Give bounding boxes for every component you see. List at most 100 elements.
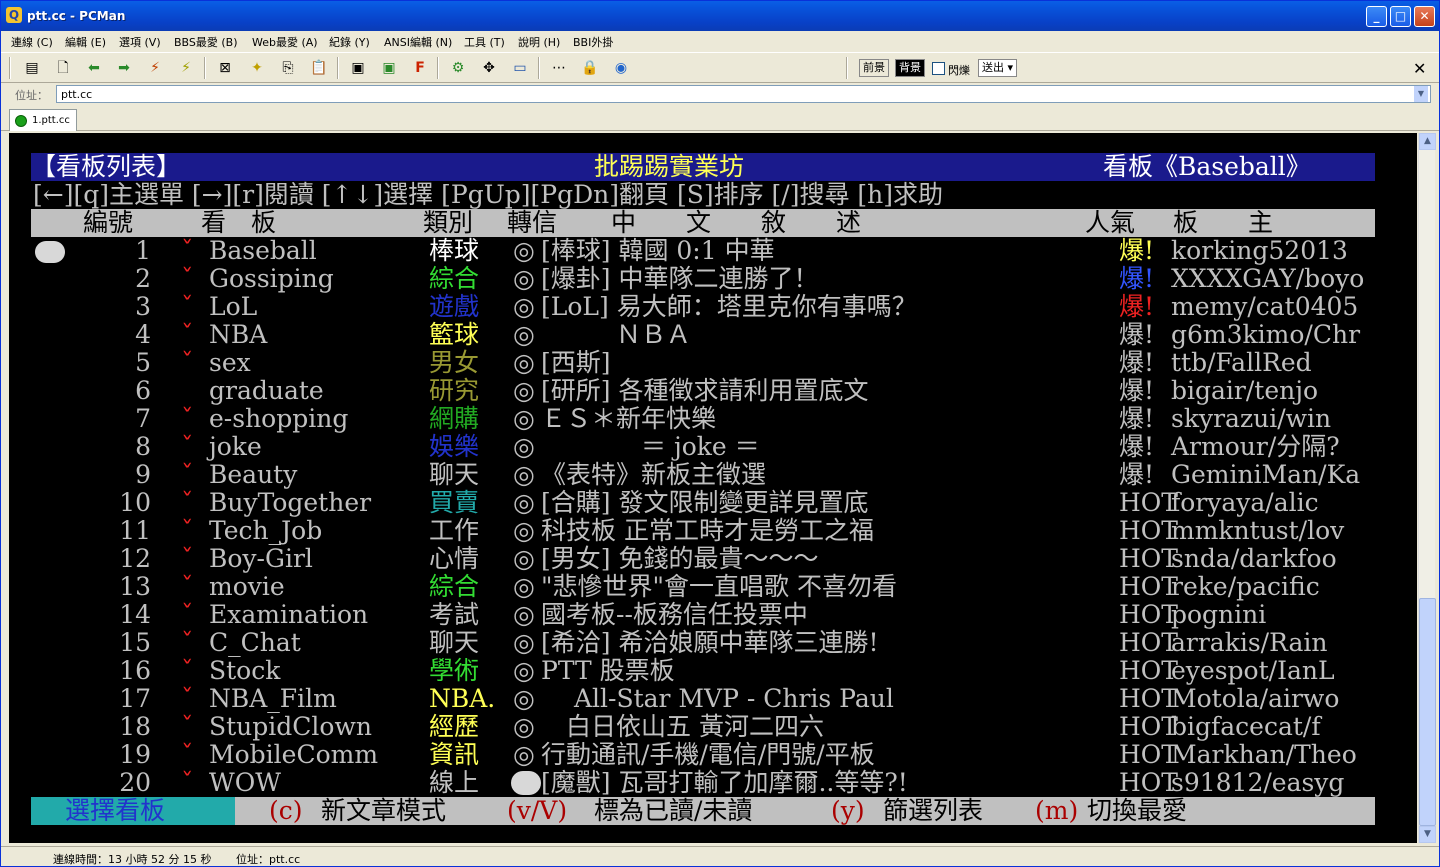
board-number: 13 (119, 572, 151, 601)
close-tab-icon[interactable]: ⊠ (214, 57, 236, 79)
board-row[interactable]: 16 ˇ Stock 學術 ◎ PTT 股票板 HOT eyespot/IanL (9, 657, 1417, 685)
board-row[interactable]: 19 ˇ MobileComm 資訊 ◎ 行動通訊/手機/電信/門號/平板 HOT Markh… (9, 741, 1417, 769)
address-input[interactable]: ptt.cc ▼ (56, 85, 1431, 103)
menu-help[interactable]: 說明 (H) (518, 34, 560, 50)
unread-mark: ˇ (181, 600, 194, 629)
lock-icon[interactable]: 🔒 (579, 57, 601, 79)
board-row[interactable]: 14 ˇ Examination 考試 ◎ 國考板--板務信任投票中 HOT pognini (9, 601, 1417, 629)
forward-mark: ◎ (513, 712, 535, 741)
toolbar-separator (204, 57, 206, 79)
unread-mark: ˇ (181, 684, 194, 713)
selection-cursor-icon (35, 241, 65, 263)
board-row[interactable]: 3 ˇ LoL 遊戲 ◎ [LoL] 易大師：塔里克你有事嗎？ 爆! memy/cat0405 (9, 293, 1417, 321)
tab-bar: 1.ptt.cc (1, 106, 1439, 131)
board-number: 8 (135, 432, 151, 461)
board-row[interactable]: 11 ˇ Tech_Job 工作 ◎ 科技板 正常工時才是勞工之福 HOT mmkntust/… (9, 517, 1417, 545)
tab-ptt[interactable]: 1.ptt.cc (9, 109, 77, 131)
terminal-screen[interactable]: 【看板列表】 批踢踢實業坊 看板《Baseball》 [←][q]主選單 [→]… (9, 133, 1417, 843)
reconnect-icon[interactable]: ⚡ (175, 57, 197, 79)
menu-web-favorites[interactable]: Web最愛 (A) (252, 34, 318, 50)
pcman-logo-icon[interactable]: ◉ (610, 57, 632, 79)
address-value: ptt.cc (61, 88, 93, 101)
add-favorite-icon[interactable]: ✦ (246, 57, 268, 79)
board-row[interactable]: 7 ˇ e-shopping 網購 ◎ ＥＳ＊新年快樂 爆! skyrazui/win (9, 405, 1417, 433)
site-list-icon[interactable]: ▤ (21, 57, 43, 79)
board-description: [研所] 各種徵求請利用置底文 (541, 376, 869, 405)
board-row[interactable]: 12 ˇ Boy-Girl 心情 ◎ [男女] 免錢的最貴～～～ HOT snda/darkf… (9, 545, 1417, 573)
scroll-up-icon[interactable]: ▲ (1419, 133, 1436, 150)
previous-tab-icon[interactable]: ⬅ (83, 57, 105, 79)
close-button[interactable]: ✕ (1414, 6, 1435, 27)
board-description: 白日依山五 黃河二四六 (541, 712, 824, 741)
board-row[interactable]: 5 ˇ sex 男女 ◎ [西斯] 爆! ttb/FallRed (9, 349, 1417, 377)
copy-article-icon[interactable]: ▣ (347, 57, 369, 79)
paste-icon[interactable]: 📋 (308, 57, 330, 79)
title-bar[interactable]: Q ptt.cc - PCMan _ □ ✕ (1, 1, 1439, 31)
chevron-down-icon[interactable]: ▼ (1414, 86, 1428, 102)
board-row[interactable]: 4 ˇ NBA 籃球 ◎ ＮＢＡ 爆! g6m3kimo/Chr (9, 321, 1417, 349)
unread-mark: ˇ (181, 460, 194, 489)
settings-gear-icon[interactable]: ⚙ (447, 57, 469, 79)
board-row[interactable]: 9 ˇ Beauty 聊天 ◎ 《表特》新板主徵選 爆! GeminiMan/Ka (9, 461, 1417, 489)
screen-icon[interactable]: ▭ (509, 57, 531, 79)
board-row[interactable]: 15 ˇ C_Chat 聊天 ◎ [希洽] 希洽娘願中華隊三連勝! HOT arrakis/R… (9, 629, 1417, 657)
unread-mark: ˇ (181, 572, 194, 601)
menu-edit[interactable]: 編輯 (E) (65, 34, 106, 50)
board-name: joke (209, 432, 262, 461)
unread-mark: ˇ (181, 768, 194, 797)
foreground-color-button[interactable]: 前景 (859, 59, 889, 77)
anti-idle-icon[interactable]: ⋯ (548, 57, 570, 79)
menu-history[interactable]: 紀錄 (Y) (329, 34, 370, 50)
download-article-icon[interactable]: ▣ (378, 57, 400, 79)
board-popularity: HOT (1119, 768, 1178, 797)
font-icon[interactable]: F (409, 57, 431, 79)
scroll-thumb[interactable] (1419, 598, 1436, 826)
board-description: [爆卦] 中華隊二連勝了！ (541, 264, 819, 293)
board-row[interactable]: 2 ˇ Gossiping 綜合 ◎ [爆卦] 中華隊二連勝了！ 爆! XXXXGAY/boy… (9, 265, 1417, 293)
vertical-scrollbar[interactable]: ▲ ▼ (1418, 133, 1436, 843)
board-row[interactable]: 8 ˇ joke 娛樂 ◎ ＝ joke ＝ 爆! Armour/分隔? (9, 433, 1417, 461)
board-row[interactable]: 13 ˇ movie 綜合 ◎ "悲慘世界"會一直唱歌 不喜勿看 HOT reke/pacif… (9, 573, 1417, 601)
menu-connection[interactable]: 連線 (C) (11, 34, 53, 50)
board-category: 學術 (429, 656, 480, 685)
board-name: e-shopping (209, 404, 349, 433)
board-row[interactable]: 6 graduate 研究 ◎ [研所] 各種徵求請利用置底文 爆! bigair/tenj… (9, 377, 1417, 405)
board-category: 網購 (429, 404, 480, 433)
footer-mode: 選擇看板 (65, 796, 166, 825)
menu-bbi-plugin[interactable]: BBI外掛 (573, 34, 613, 50)
board-row[interactable]: 20 ˇ WOW 線上 [魔獸] 瓦哥打輸了加摩爾..等等?! HOT s91812/eas… (9, 769, 1417, 797)
board-row[interactable]: 10 ˇ BuyTogether 買賣 ◎ [合購] 發文限制變更詳見置底 HOT forya… (9, 489, 1417, 517)
footer-key-filter: (y) (831, 796, 865, 825)
send-button[interactable]: 送出 ▾ (978, 59, 1018, 77)
minimize-button[interactable]: _ (1366, 6, 1387, 27)
fullscreen-icon[interactable]: ✥ (478, 57, 500, 79)
menu-tools[interactable]: 工具 (T) (464, 34, 505, 50)
copy-icon[interactable]: ⎘ (277, 57, 299, 79)
unread-mark: ˇ (181, 264, 194, 293)
toolbar-close-icon[interactable]: ✕ (1413, 59, 1426, 78)
disconnect-icon[interactable]: ⚡ (144, 57, 166, 79)
footer-label-mark-read: 標為已讀/未讀 (594, 796, 753, 825)
unread-mark: ˇ (181, 348, 194, 377)
board-number: 1 (135, 236, 151, 265)
scroll-down-icon[interactable]: ▼ (1419, 826, 1436, 843)
background-color-button[interactable]: 背景 (895, 59, 925, 77)
board-name: Beauty (209, 460, 298, 489)
board-number: 14 (119, 600, 151, 629)
board-row[interactable]: 18 ˇ StupidClown 經歷 ◎ 白日依山五 黃河二四六 HOT bigfacec… (9, 713, 1417, 741)
board-description: 行動通訊/手機/電信/門號/平板 (541, 740, 875, 769)
maximize-button[interactable]: □ (1390, 6, 1411, 27)
unread-mark: ˇ (181, 404, 194, 433)
board-category: 籃球 (429, 320, 480, 349)
col-category: 類別 (423, 208, 474, 237)
next-tab-icon[interactable]: ➡ (113, 57, 135, 79)
menu-bbs-favorites[interactable]: BBS最愛 (B) (174, 34, 238, 50)
new-connection-icon[interactable]: 🗋 (52, 57, 74, 79)
board-row[interactable]: 1 ˇ Baseball 棒球 ◎ [棒球] 韓國 0:1 中華 爆! korking5201… (9, 237, 1417, 265)
board-row[interactable]: 17 ˇ NBA_Film NBA. ◎ All-Star MVP - Chris Pa… (9, 685, 1417, 713)
menu-ansi-edit[interactable]: ANSI編輯 (N) (384, 34, 452, 50)
blink-checkbox[interactable] (932, 62, 945, 75)
board-popularity: HOT (1119, 628, 1178, 657)
forward-mark: ◎ (513, 516, 535, 545)
menu-options[interactable]: 選項 (V) (119, 34, 161, 50)
